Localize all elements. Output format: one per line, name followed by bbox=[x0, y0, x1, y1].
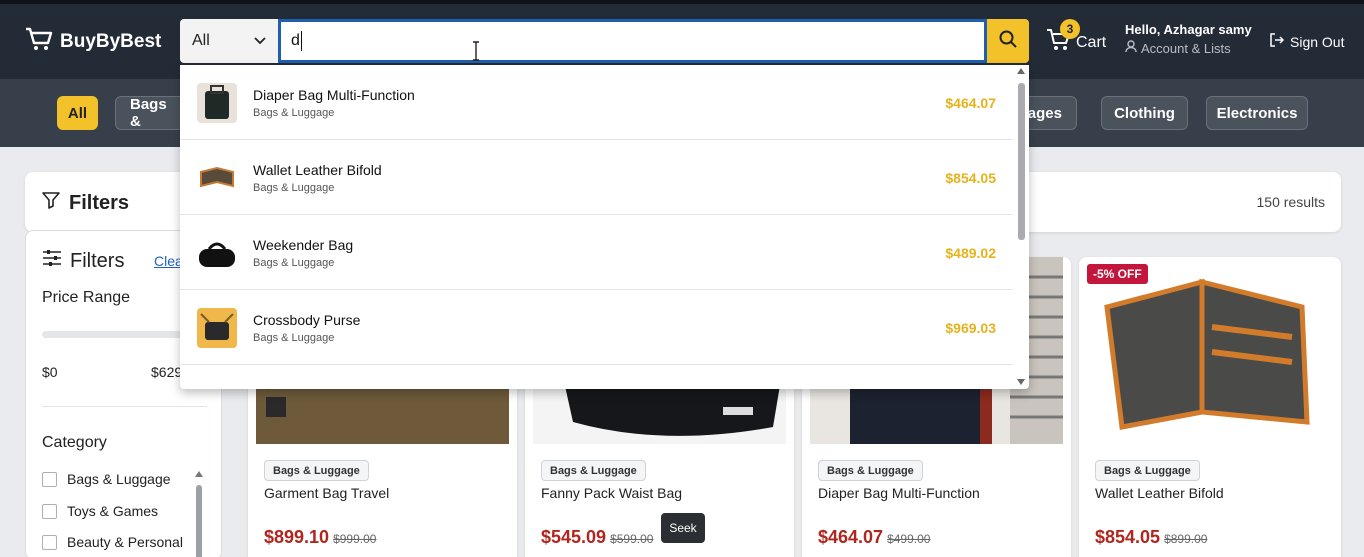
wallet-icon bbox=[197, 158, 237, 198]
sidebar-title-label: Filters bbox=[70, 249, 125, 272]
sign-out-icon bbox=[1269, 32, 1285, 51]
product-name[interactable]: Fanny Pack Waist Bag bbox=[541, 485, 682, 501]
discount-badge: -5% OFF bbox=[1087, 264, 1148, 284]
suggestion-category: Bags & Luggage bbox=[253, 332, 335, 344]
price-current: $464.07 bbox=[818, 527, 884, 547]
suggestion-item[interactable]: Weekender Bag Bags & Luggage $489.02 bbox=[180, 215, 1013, 290]
category-option-label: Toys & Games bbox=[67, 503, 159, 519]
window-strip bbox=[0, 0, 1364, 4]
product-name[interactable]: Garment Bag Travel bbox=[264, 485, 389, 501]
clear-filters-link[interactable]: Clea bbox=[154, 253, 183, 269]
sign-out-label: Sign Out bbox=[1290, 33, 1345, 50]
product-name[interactable]: Wallet Leather Bifold bbox=[1095, 485, 1224, 501]
cart-logo-icon bbox=[24, 26, 54, 58]
suggestion-name: Crossbody Purse bbox=[253, 312, 361, 328]
results-count: 150 results bbox=[1256, 194, 1325, 210]
brand-name: BuyByBest bbox=[60, 31, 162, 52]
search-input[interactable]: d bbox=[278, 19, 987, 63]
product-category-tag: Bags & Luggage bbox=[818, 460, 923, 481]
product-category-tag: Bags & Luggage bbox=[264, 460, 369, 481]
account-menu[interactable]: Hello, Azhagar samy Account & Lists bbox=[1125, 22, 1252, 56]
price-current: $899.10 bbox=[264, 527, 330, 547]
search-bar: All d bbox=[180, 19, 1029, 63]
product-price: $545.09 $599.00 bbox=[541, 527, 653, 548]
purse-icon bbox=[197, 308, 237, 348]
brand-logo[interactable]: BuyByBest bbox=[24, 26, 161, 58]
price-min: $0 bbox=[42, 364, 58, 380]
sliders-icon bbox=[42, 249, 62, 273]
sidebar-title: Filters bbox=[42, 249, 124, 273]
category-option[interactable]: Beauty & Personal bbox=[42, 534, 183, 550]
search-query: d bbox=[291, 32, 300, 49]
checkbox[interactable] bbox=[42, 534, 57, 550]
chevron-down-icon bbox=[254, 32, 266, 50]
cart-count-badge: 3 bbox=[1060, 19, 1080, 39]
sign-out-button[interactable]: Sign Out bbox=[1269, 32, 1344, 51]
suggestion-name: Diaper Bag Multi-Function bbox=[253, 87, 415, 103]
duffel-bag-icon bbox=[197, 233, 237, 273]
category-option-label: Bags & Luggage bbox=[67, 471, 171, 487]
category-option[interactable]: Toys & Games bbox=[42, 503, 158, 519]
account-greeting: Hello, Azhagar samy bbox=[1125, 22, 1252, 37]
search-category-value: All bbox=[192, 32, 210, 49]
product-category-tag: Bags & Luggage bbox=[541, 460, 646, 481]
suggestion-price: $489.02 bbox=[945, 245, 996, 261]
user-icon bbox=[1125, 40, 1137, 56]
price-original: $499.00 bbox=[887, 532, 931, 546]
checkbox[interactable] bbox=[42, 503, 57, 519]
filters-title: Filters bbox=[69, 191, 130, 214]
product-price: $854.05 $899.00 bbox=[1095, 527, 1207, 548]
category-chip-all[interactable]: All bbox=[57, 96, 98, 130]
filters-toggle[interactable]: Filters bbox=[41, 190, 129, 216]
price-max: $629 bbox=[151, 364, 183, 380]
suggestion-category: Bags & Luggage bbox=[253, 257, 335, 269]
suggestion-item[interactable]: Wallet Leather Bifold Bags & Luggage $85… bbox=[180, 140, 1013, 215]
suggestion-price: $464.07 bbox=[945, 95, 996, 111]
category-option-label: Beauty & Personal bbox=[67, 534, 183, 550]
suggestion-name: Weekender Bag bbox=[253, 237, 354, 253]
price-current: $854.05 bbox=[1095, 527, 1161, 547]
cart-label: Cart bbox=[1076, 33, 1107, 51]
funnel-icon bbox=[41, 190, 61, 216]
suggestion-category: Bags & Luggage bbox=[253, 107, 335, 119]
product-category-tag: Bags & Luggage bbox=[1095, 460, 1200, 481]
search-icon bbox=[998, 29, 1018, 54]
seek-tooltip: Seek bbox=[661, 513, 705, 543]
suggestion-price: $969.03 bbox=[945, 320, 996, 336]
product-price: $464.07 $499.00 bbox=[818, 527, 930, 548]
category-chip-clothing[interactable]: Clothing bbox=[1101, 96, 1188, 130]
price-current: $545.09 bbox=[541, 527, 607, 547]
search-button[interactable] bbox=[987, 19, 1029, 63]
product-image bbox=[1087, 257, 1333, 444]
product-card[interactable]: -5% OFF Bags & Luggage Wallet Leather Bi… bbox=[1079, 257, 1341, 557]
price-range-label: Price Range bbox=[42, 289, 131, 306]
suggestion-item[interactable]: Crossbody Purse Bags & Luggage $969.03 bbox=[180, 290, 1013, 365]
category-label: Category bbox=[42, 434, 107, 451]
text-cursor-icon bbox=[471, 41, 481, 66]
product-name[interactable]: Diaper Bag Multi-Function bbox=[818, 485, 980, 501]
price-original: $999.00 bbox=[333, 532, 377, 546]
checkbox[interactable] bbox=[42, 471, 57, 487]
price-original: $899.00 bbox=[1164, 532, 1208, 546]
category-chip-electronics[interactable]: Electronics bbox=[1206, 96, 1308, 130]
search-category-select[interactable]: All bbox=[180, 19, 278, 63]
suggestion-item[interactable]: Diaper Bag Multi-Function Bags & Luggage… bbox=[180, 65, 1013, 140]
search-suggestions-dropdown: Diaper Bag Multi-Function Bags & Luggage… bbox=[180, 65, 1029, 389]
account-lists-label: Account & Lists bbox=[1141, 40, 1231, 56]
suggestions-scrollbar[interactable] bbox=[1015, 65, 1027, 389]
category-option[interactable]: Bags & Luggage bbox=[42, 471, 171, 487]
category-scrollbar[interactable] bbox=[195, 471, 203, 557]
price-original: $599.00 bbox=[610, 532, 654, 546]
divider bbox=[42, 406, 207, 407]
suggestion-name: Wallet Leather Bifold bbox=[253, 162, 382, 178]
suggestion-category: Bags & Luggage bbox=[253, 182, 335, 194]
text-caret bbox=[300, 31, 302, 51]
diaper-bag-icon bbox=[197, 83, 237, 123]
suggestion-price: $854.05 bbox=[945, 170, 996, 186]
product-price: $899.10 $999.00 bbox=[264, 527, 376, 548]
account-lists-link[interactable]: Account & Lists bbox=[1125, 40, 1252, 56]
